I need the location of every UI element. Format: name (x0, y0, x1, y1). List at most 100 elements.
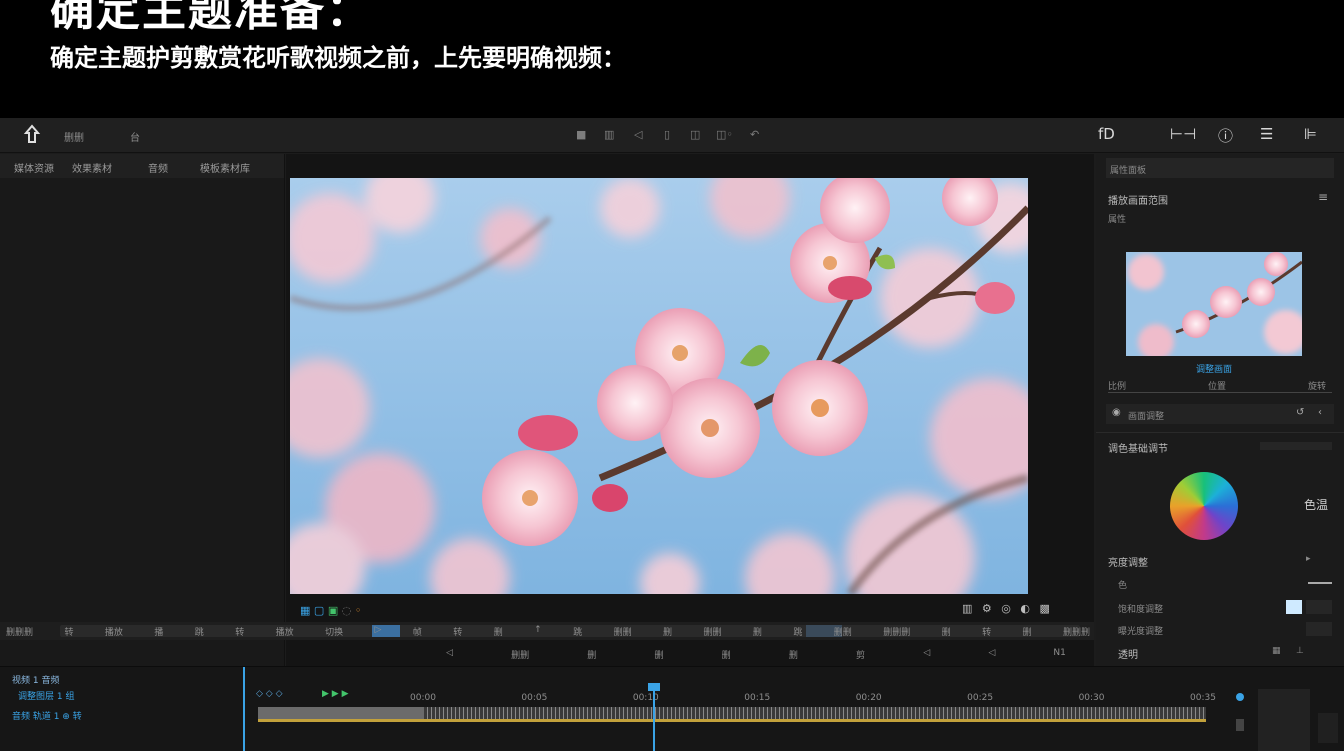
adjust-row[interactable]: ◉ 画面调整 ↺ ‹ (1106, 404, 1334, 424)
view-mode-icon-4[interactable]: ◌ (342, 604, 352, 617)
track-row-3[interactable]: 音频 轨道 1 ⊕ 转 (12, 709, 82, 722)
grid-toggle-icon[interactable]: ▥ (962, 602, 975, 615)
tool-frame-icon[interactable]: ▯ (664, 128, 670, 141)
info-icon[interactable]: ⓘ (1218, 125, 1233, 146)
scrub-label: 删删删 (6, 628, 34, 638)
scrub-label: 播放 (104, 628, 123, 638)
tab-effects[interactable]: 效果素材 (72, 160, 112, 175)
view-controls-right: ▥ ⚙ ◎ ◐ ▩ (962, 602, 1053, 615)
zoom-dot[interactable] (1236, 693, 1244, 701)
headline-text: 确定主题准备： (50, 0, 372, 36)
playback-control[interactable]: ◁ (923, 648, 930, 661)
view-mode-icon-3[interactable]: ▣ (328, 604, 338, 617)
target-icon[interactable]: ◎ (1001, 602, 1014, 615)
reset-icon[interactable]: ↺ (1296, 407, 1304, 418)
playback-control[interactable]: 删删 (511, 648, 529, 661)
prop-label-4: 曝光度调整 (1118, 627, 1164, 637)
tool-crop-icon[interactable]: ◫ (690, 128, 700, 141)
playback-control[interactable]: 删 (789, 648, 798, 661)
slider-track[interactable] (1108, 392, 1332, 393)
track-row-2[interactable]: 调整图层 1 组 (18, 689, 74, 702)
inspector-tab[interactable]: 属性面板 (1110, 163, 1146, 176)
scrub-label: 帧 (412, 628, 422, 638)
tab-audio[interactable]: 音频 (148, 160, 168, 175)
swatch-field[interactable] (1306, 600, 1332, 614)
section-sub: 属性 (1108, 215, 1127, 225)
settings-icon[interactable]: ⚙ (982, 602, 995, 615)
tool-stop-icon[interactable]: ■ (576, 128, 586, 141)
menu-item-2[interactable]: 台 (130, 129, 140, 144)
menu-icon[interactable]: ≡ (1318, 190, 1328, 204)
undo-icon[interactable]: ↶ (750, 128, 759, 141)
checker-icon[interactable]: ▩ (1040, 602, 1053, 615)
scrub-label: 转 (235, 628, 245, 638)
preview-image[interactable] (290, 178, 1028, 594)
scrub-label: 转 (982, 628, 992, 638)
playback-control[interactable]: N1 (1053, 648, 1065, 661)
scrub-label: ▷ (374, 625, 382, 635)
tab-templates[interactable]: 模板素材库 (200, 160, 250, 175)
tab-media[interactable]: 媒体资源 (14, 160, 54, 175)
contrast-icon[interactable]: ◐ (1020, 602, 1033, 615)
clip-thumbnail[interactable] (1126, 252, 1302, 356)
ruler-label: 00:20 (855, 693, 882, 703)
eye-icon[interactable]: ◉ (1112, 407, 1121, 418)
marker-group-2[interactable]: ▶ ▶ ▶ (322, 689, 349, 699)
section-title: 播放画面范围 (1108, 196, 1168, 207)
zoom-handle[interactable] (1236, 719, 1244, 731)
media-tabs: 媒体资源 效果素材 音频 模板素材库 (0, 154, 284, 178)
playhead[interactable] (653, 685, 655, 751)
clip-segment-1[interactable] (258, 707, 424, 719)
marker-group-1[interactable]: ◇ ◇ ◇ (256, 689, 283, 699)
sliders-icon[interactable]: ☰ (1260, 125, 1273, 143)
tool-grid-icon[interactable]: ▥ (604, 128, 614, 141)
media-panel: 媒体资源 效果素材 音频 模板素材库 (0, 154, 285, 668)
view-mode-icon-5[interactable]: ◦ (355, 604, 362, 617)
slider-label-position: 位置 (1208, 382, 1227, 392)
home-icon[interactable] (22, 124, 42, 144)
audio-meter (1258, 689, 1310, 751)
prop-slider-2[interactable] (1308, 582, 1332, 584)
ruler-label: 00:35 (1190, 693, 1216, 703)
editor-window: 删删 台 ■ ▥ ◁ ▯ ◫ ◫◦ ↶ fD ⊢⊣ ⓘ ☰ ⊫ 媒体资源 效果素… (0, 118, 1344, 751)
track-row-3-label: 音频 轨道 1 ⊕ 转 (12, 712, 82, 722)
playback-control[interactable]: 删 (722, 648, 731, 661)
slider-label-scale: 比例 (1108, 382, 1127, 392)
prop-arrow-1[interactable]: ▸ (1306, 554, 1311, 564)
grid-icon[interactable]: ▦ (1272, 646, 1281, 656)
color-swatch[interactable] (1286, 600, 1302, 614)
playback-control[interactable]: 剪 (856, 648, 865, 661)
tool-back-icon[interactable]: ◁ (634, 128, 642, 141)
color-title: 调色基础调节 (1108, 444, 1168, 455)
panel-icon[interactable]: ⊫ (1304, 125, 1317, 143)
playback-control[interactable]: 删 (587, 648, 596, 661)
color-wheel[interactable] (1170, 472, 1238, 540)
track-row-1[interactable]: 视频 1 音频 (12, 673, 59, 686)
scrub-label: 跳 (573, 628, 583, 638)
menubar: 删删 台 ■ ▥ ◁ ▯ ◫ ◫◦ ↶ fD ⊢⊣ ⓘ ☰ ⊫ (0, 118, 1344, 153)
playback-control[interactable]: ◁ (988, 648, 995, 661)
playback-control[interactable]: ◁ (446, 648, 453, 661)
collapse-icon[interactable]: ‹ (1318, 407, 1322, 418)
clip-segment-2[interactable] (424, 707, 1206, 719)
divider (1096, 432, 1344, 433)
playhead-handle[interactable] (648, 683, 660, 691)
pin-icon[interactable]: ⊥ (1296, 646, 1304, 656)
view-mode-icon-1[interactable]: ▦ (300, 604, 310, 617)
tool-mask-icon[interactable]: ◫◦ (716, 128, 733, 141)
time-ruler[interactable]: 00:00 00:05 00:10 00:15 00:20 00:25 00:30 00:35 (410, 693, 1230, 705)
prop-label-3: 饱和度调整 (1118, 605, 1164, 615)
transform-slider-row: 比例 位置 旋转 (1108, 378, 1332, 393)
menu-item-1[interactable]: 删删 (64, 129, 84, 144)
scrub-label: 删删 (703, 628, 722, 638)
ruler-label: 00:30 (1078, 693, 1105, 703)
track-header-divider (243, 667, 245, 751)
split-icon[interactable]: ⊢⊣ (1170, 125, 1196, 143)
playback-control[interactable]: 删 (654, 648, 663, 661)
fd-icon[interactable]: fD (1098, 125, 1115, 143)
prop-label-5: 透明 (1118, 650, 1138, 661)
prop-field-4[interactable] (1306, 622, 1332, 636)
view-mode-icon-2[interactable]: ▢ (314, 604, 324, 617)
color-dropdown[interactable] (1260, 442, 1332, 450)
scrub-label: ↑ (534, 625, 542, 635)
